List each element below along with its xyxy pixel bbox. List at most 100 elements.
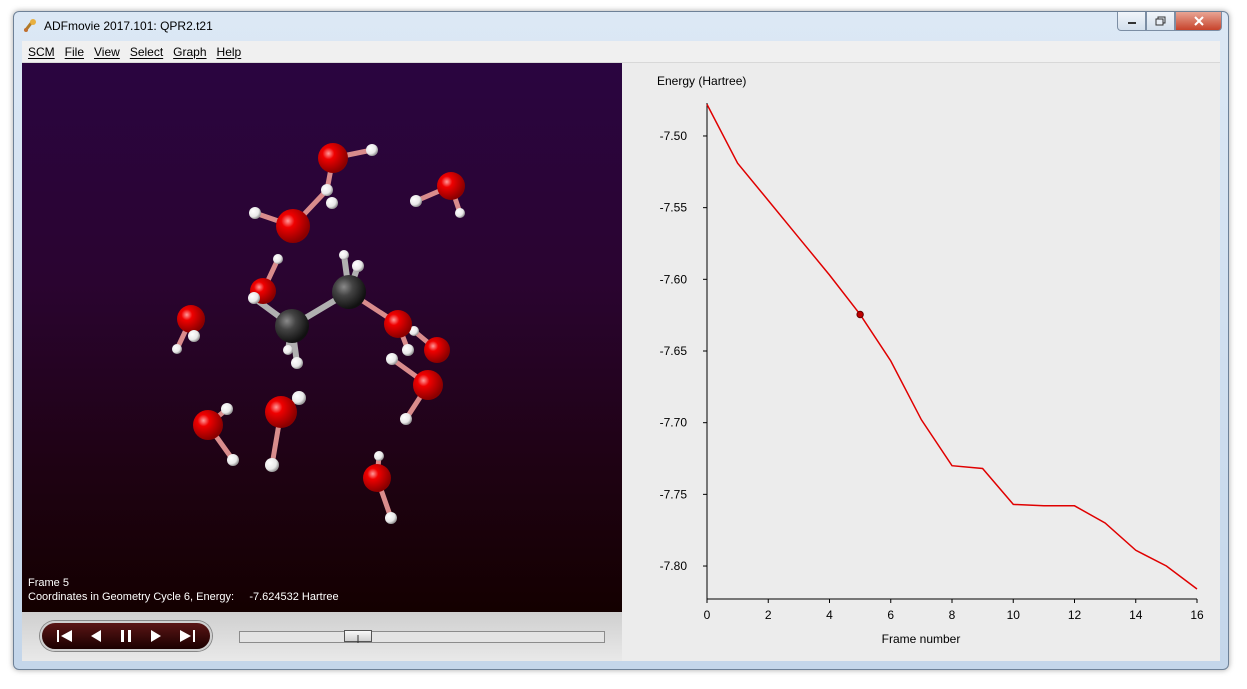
close-button[interactable] <box>1175 12 1222 31</box>
energy-point <box>889 359 893 363</box>
x-tick-label: 10 <box>1007 608 1021 622</box>
hydrogen-atom[interactable] <box>366 144 378 156</box>
hydrogen-atom[interactable] <box>188 330 200 342</box>
skip-to-end-icon <box>179 630 195 642</box>
energy-point <box>1073 504 1077 508</box>
molecule-viewer[interactable]: Frame 5 Coordinates in Geometry Cycle 6,… <box>22 63 622 612</box>
menu-help[interactable]: Help <box>217 45 242 59</box>
hydrogen-atom[interactable] <box>248 292 260 304</box>
x-tick-label: 16 <box>1190 608 1204 622</box>
step-back-icon <box>90 630 101 642</box>
energy-point <box>736 161 740 165</box>
frame-slider-thumb[interactable] <box>344 630 372 643</box>
oxygen-atom[interactable] <box>424 337 450 363</box>
energy-point <box>919 418 923 422</box>
energy-point <box>828 273 832 277</box>
hydrogen-atom[interactable] <box>352 260 364 272</box>
hydrogen-atom[interactable] <box>402 344 414 356</box>
oxygen-atom[interactable] <box>265 396 297 428</box>
energy-point <box>797 236 801 240</box>
hydrogen-atom[interactable] <box>386 353 398 365</box>
oxygen-atom[interactable] <box>318 143 348 173</box>
next-frame-button[interactable] <box>144 624 168 648</box>
molecule-scene[interactable] <box>22 63 622 612</box>
carbon-atom[interactable] <box>332 275 366 309</box>
energy-chart[interactable]: Energy (Hartree) Frame number -7.50 -7.55… <box>623 63 1220 661</box>
oxygen-atom[interactable] <box>413 370 443 400</box>
hydrogen-atom[interactable] <box>374 451 384 461</box>
x-tick-label: 2 <box>765 608 772 622</box>
oxygen-atom[interactable] <box>193 410 223 440</box>
energy-point <box>1011 502 1015 506</box>
last-frame-button[interactable] <box>175 624 199 648</box>
menu-bar: SCM File View Select Graph Help <box>22 41 1220 63</box>
frame-info: Frame 5 Coordinates in Geometry Cycle 6,… <box>28 576 339 604</box>
energy-curve <box>706 104 1198 590</box>
y-tick-label: -7.70 <box>660 416 688 430</box>
menu-graph[interactable]: Graph <box>173 45 206 59</box>
hydrogen-atom[interactable] <box>172 344 182 354</box>
energy-point <box>1134 548 1138 552</box>
energy-point <box>705 102 709 106</box>
x-tick-label: 12 <box>1068 608 1082 622</box>
x-tick-label: 0 <box>704 608 711 622</box>
hydrogen-atom[interactable] <box>410 195 422 207</box>
energy-point <box>1042 504 1046 508</box>
frame-label: Frame 5 <box>28 577 69 589</box>
oxygen-atom[interactable] <box>363 464 391 492</box>
chart-ticks: -7.50 -7.55 -7.60 -7.65 -7.70 -7.75 -7.80 0 2 4 6 8… <box>660 129 1204 622</box>
chart-axes <box>706 103 1197 600</box>
hydrogen-atom[interactable] <box>221 403 233 415</box>
hydrogen-atom[interactable] <box>273 254 283 264</box>
hydrogen-atom[interactable] <box>249 207 261 219</box>
current-frame-marker[interactable] <box>856 310 864 319</box>
hydrogen-atom[interactable] <box>385 512 397 524</box>
menu-view[interactable]: View <box>94 45 120 59</box>
hydrogen-atom[interactable] <box>326 197 338 209</box>
x-tick-label: 6 <box>887 608 894 622</box>
playback-controls <box>22 612 622 661</box>
hydrogen-atom[interactable] <box>283 345 293 355</box>
step-forward-icon <box>151 630 162 642</box>
hydrogen-atom[interactable] <box>455 208 465 218</box>
hydrogen-atom[interactable] <box>227 454 239 466</box>
y-tick-label: -7.65 <box>660 344 688 358</box>
energy-graph-panel: Energy (Hartree) Frame number -7.50 -7.55… <box>623 63 1220 661</box>
frame-slider[interactable] <box>239 630 605 643</box>
oxygen-atom[interactable] <box>384 310 412 338</box>
oxygen-atom[interactable] <box>177 305 205 333</box>
hydrogen-atom[interactable] <box>339 250 349 260</box>
energy-point <box>766 198 770 202</box>
menu-scm[interactable]: SCM <box>28 45 55 59</box>
energy-point <box>1103 521 1107 525</box>
first-frame-button[interactable] <box>53 624 77 648</box>
oxygen-atom[interactable] <box>276 209 310 243</box>
oxygen-atom[interactable] <box>437 172 465 200</box>
y-tick-label: -7.80 <box>660 559 688 573</box>
previous-frame-button[interactable] <box>84 624 108 648</box>
x-tick-label: 14 <box>1129 608 1143 622</box>
pause-icon <box>120 630 131 642</box>
energy-point <box>981 467 985 471</box>
minimize-icon <box>1127 22 1136 24</box>
energy-status: Coordinates in Geometry Cycle 6, Energy:… <box>28 591 339 603</box>
slider-grip-icon <box>357 635 359 643</box>
menu-select[interactable]: Select <box>130 45 163 59</box>
menu-file[interactable]: File <box>65 45 84 59</box>
x-axis-title: Frame number <box>882 632 961 646</box>
maximize-button[interactable] <box>1146 12 1175 31</box>
carbon-atom[interactable] <box>275 309 309 343</box>
y-tick-label: -7.55 <box>660 201 688 215</box>
pause-button[interactable] <box>114 624 138 648</box>
hydrogen-atom[interactable] <box>400 413 412 425</box>
transport-bar <box>40 621 212 651</box>
y-axis-title: Energy (Hartree) <box>657 74 746 88</box>
hydrogen-atom[interactable] <box>291 357 303 369</box>
title-bar[interactable]: ADFmovie 2017.101: QPR2.t21 <box>14 12 1228 40</box>
client-area: Frame 5 Coordinates in Geometry Cycle 6,… <box>22 63 1220 661</box>
skip-to-start-icon <box>57 630 73 642</box>
hydrogen-atom[interactable] <box>265 458 279 472</box>
minimize-button[interactable] <box>1117 12 1146 31</box>
x-tick-label: 4 <box>826 608 833 622</box>
hydrogen-atom[interactable] <box>321 184 333 196</box>
